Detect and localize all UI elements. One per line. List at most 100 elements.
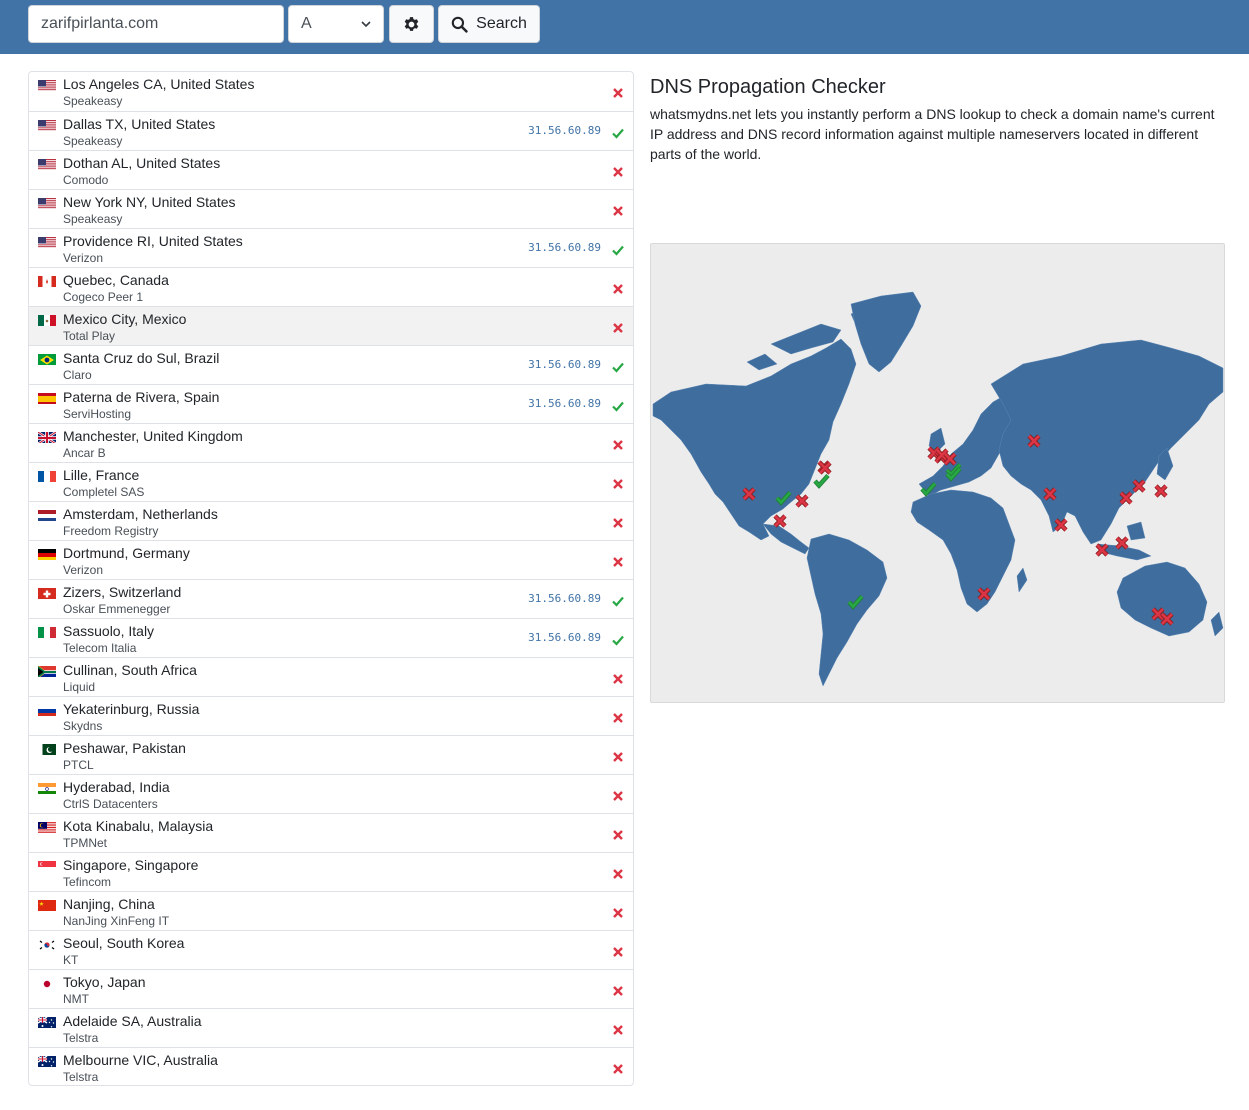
result-row[interactable]: Santa Cruz do Sul, Brazil Claro 31.56.60.8… (29, 345, 633, 384)
australia-landmass (1116, 561, 1208, 637)
result-ip[interactable]: 31.56.60.89 (528, 358, 601, 371)
result-ip[interactable]: 31.56.60.89 (528, 124, 601, 137)
cross-icon (612, 711, 624, 723)
result-provider: Verizon (63, 563, 104, 577)
result-location: Seoul, South Korea (63, 935, 185, 951)
result-location: Cullinan, South Africa (63, 662, 197, 678)
result-provider: PTCL (63, 758, 94, 772)
search-button[interactable]: Search (438, 5, 540, 43)
map-marker-fail[interactable] (795, 494, 809, 508)
settings-button[interactable] (389, 5, 434, 43)
result-provider: Verizon (63, 251, 104, 265)
result-row[interactable]: Sassuolo, Italy Telecom Italia 31.56.60.89 (29, 618, 633, 657)
cross-icon (612, 672, 624, 684)
cross-icon (612, 321, 624, 333)
flag-fr-icon (38, 470, 56, 482)
check-icon (612, 633, 624, 646)
result-row[interactable]: Dortmund, Germany Verizon (29, 540, 633, 579)
result-location: Providence RI, United States (63, 233, 243, 249)
result-row[interactable]: Peshawar, Pakistan PTCL (29, 735, 633, 774)
result-row[interactable]: Manchester, United Kingdom Ancar B (29, 423, 633, 462)
cross-icon (612, 204, 624, 216)
result-row[interactable]: Dallas TX, United States Speakeasy 31.56.6… (29, 111, 633, 150)
result-location: Tokyo, Japan (63, 974, 146, 990)
result-provider: Tefincom (63, 875, 112, 889)
result-ip[interactable]: 31.56.60.89 (528, 631, 601, 644)
result-provider: Oskar Emmenegger (63, 602, 171, 616)
result-provider: Ancar B (63, 446, 106, 460)
result-row[interactable]: New York NY, United States Speakeasy (29, 189, 633, 228)
record-type-select[interactable]: A (288, 5, 384, 43)
result-row[interactable]: Seoul, South Korea KT (29, 930, 633, 969)
cross-icon (612, 165, 624, 177)
result-row[interactable]: Amsterdam, Netherlands Freedom Registry (29, 501, 633, 540)
cross-icon (612, 86, 624, 98)
map-marker-fail[interactable] (1154, 484, 1168, 498)
result-provider: CtrlS Datacenters (63, 797, 158, 811)
domain-input[interactable] (28, 5, 284, 43)
result-provider: Telstra (63, 1031, 99, 1045)
result-location: Dortmund, Germany (63, 545, 190, 561)
result-location: Paterna de Rivera, Spain (63, 389, 220, 405)
result-row[interactable]: Zizers, Switzerland Oskar Emmenegger 31.56… (29, 579, 633, 618)
cross-icon (612, 438, 624, 450)
result-ip[interactable]: 31.56.60.89 (528, 241, 601, 254)
result-location: Melbourne VIC, Australia (63, 1052, 218, 1068)
result-row[interactable]: Nanjing, China NanJing XinFeng IT (29, 891, 633, 930)
result-row[interactable]: Adelaide SA, Australia Telstra (29, 1008, 633, 1047)
check-icon (612, 126, 624, 139)
flag-pk-icon (38, 743, 56, 755)
africa-landmass (910, 489, 1016, 613)
result-location: Adelaide SA, Australia (63, 1013, 202, 1029)
map-marker-ok[interactable] (813, 473, 830, 489)
result-row[interactable]: Quebec, Canada Cogeco Peer 1 (29, 267, 633, 306)
result-provider: Telecom Italia (63, 641, 137, 655)
flag-jp-icon (38, 977, 56, 989)
cross-icon (612, 282, 624, 294)
result-location: Zizers, Switzerland (63, 584, 182, 600)
result-row[interactable]: Paterna de Rivera, Spain ServiHosting 31.5… (29, 384, 633, 423)
result-ip[interactable]: 31.56.60.89 (528, 592, 601, 605)
result-row[interactable]: Melbourne VIC, Australia Telstra (29, 1047, 633, 1086)
cross-icon (612, 906, 624, 918)
result-row[interactable]: Singapore, Singapore Tefincom (29, 852, 633, 891)
cross-icon (612, 516, 624, 528)
result-row[interactable]: Yekaterinburg, Russia Skydns (29, 696, 633, 735)
flag-gb-icon (38, 431, 56, 443)
map-marker-fail[interactable] (773, 514, 787, 528)
flag-in-icon (38, 782, 56, 794)
result-provider: NanJing XinFeng IT (63, 914, 170, 928)
flag-us-icon (38, 158, 56, 170)
cross-icon (612, 789, 624, 801)
result-row[interactable]: Cullinan, South Africa Liquid (29, 657, 633, 696)
result-row[interactable]: Dothan AL, United States Comodo (29, 150, 633, 189)
result-location: Dallas TX, United States (63, 116, 216, 132)
result-location: Yekaterinburg, Russia (63, 701, 200, 717)
greenland-landmass (850, 291, 922, 373)
record-type-value: A (301, 15, 312, 32)
result-row[interactable]: Lille, France Completel SAS (29, 462, 633, 501)
result-location: Santa Cruz do Sul, Brazil (63, 350, 220, 366)
result-ip[interactable]: 31.56.60.89 (528, 397, 601, 410)
result-row[interactable]: Mexico City, Mexico Total Play (29, 306, 633, 345)
north-america-landmass (652, 338, 857, 541)
result-location: Los Angeles CA, United States (63, 76, 255, 92)
flag-us-icon (38, 197, 56, 209)
gear-icon (404, 16, 419, 31)
result-row[interactable]: Providence RI, United States Verizon 31.56… (29, 228, 633, 267)
cross-icon (612, 828, 624, 840)
result-row[interactable]: Kota Kinabalu, Malaysia TPMNet (29, 813, 633, 852)
cross-icon (612, 477, 624, 489)
result-row[interactable]: Tokyo, Japan NMT (29, 969, 633, 1008)
flag-au-icon (38, 1016, 56, 1028)
central-america-landmass (762, 523, 810, 555)
madagascar-landmass (1016, 567, 1028, 593)
result-location: Peshawar, Pakistan (63, 740, 186, 756)
result-provider: Claro (63, 368, 92, 382)
result-row[interactable]: Los Angeles CA, United States Speakeasy (29, 72, 633, 111)
flag-cn-icon (38, 899, 56, 911)
result-row[interactable]: Hyderabad, India CtrlS Datacenters (29, 774, 633, 813)
top-search-bar: A Search (0, 0, 1249, 54)
flag-es-icon (38, 392, 56, 404)
asia-landmass (990, 339, 1224, 545)
